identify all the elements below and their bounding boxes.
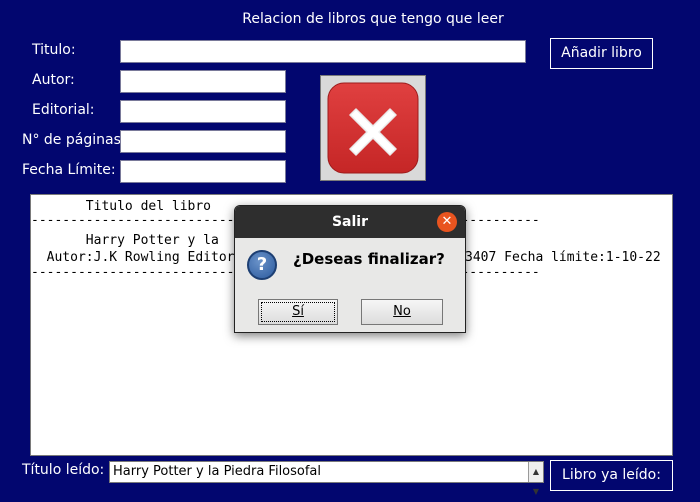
list-line-title: Harry Potter y la	[31, 233, 219, 248]
dialog-message: ¿Deseas finalizar?	[293, 250, 445, 268]
spinner-down-icon[interactable]: ▼	[529, 482, 543, 502]
read-title-select[interactable]: Harry Potter y la Piedra Filosofal ▲ ▼	[109, 461, 544, 496]
fecha-input[interactable]	[120, 160, 286, 183]
read-title-selected: Harry Potter y la Piedra Filosofal	[113, 464, 322, 479]
no-button[interactable]: No	[361, 299, 443, 325]
fecha-label: Fecha Límite:	[22, 162, 116, 178]
titulo-input[interactable]	[120, 40, 526, 63]
exit-dialog: Salir ✕ ? ¿Deseas finalizar? Sí No	[234, 205, 466, 333]
x-mark-icon	[327, 82, 419, 174]
close-image-button[interactable]	[320, 75, 426, 181]
select-spinner[interactable]: ▲ ▼	[528, 462, 543, 496]
read-title-label: Título leído:	[22, 462, 105, 478]
book-read-button[interactable]: Libro ya leído:	[550, 460, 673, 491]
no-button-label: No	[393, 304, 411, 319]
editorial-input[interactable]	[120, 100, 286, 123]
add-book-button[interactable]: Añadir libro	[550, 38, 653, 69]
close-icon[interactable]: ✕	[437, 212, 457, 232]
yes-button[interactable]: Sí	[258, 299, 338, 325]
autor-input[interactable]	[120, 70, 286, 93]
paginas-label: N° de páginas:	[22, 132, 126, 148]
window-heading: Relacion de libros que tengo que leer	[242, 11, 504, 27]
autor-label: Autor:	[32, 72, 75, 88]
dialog-title: Salir	[235, 206, 465, 238]
yes-button-label: Sí	[292, 304, 304, 319]
titulo-label: Titulo:	[32, 42, 76, 58]
question-icon: ?	[247, 250, 277, 280]
spinner-up-icon[interactable]: ▲	[529, 462, 543, 482]
paginas-input[interactable]	[120, 130, 286, 153]
editorial-label: Editorial:	[32, 102, 95, 118]
